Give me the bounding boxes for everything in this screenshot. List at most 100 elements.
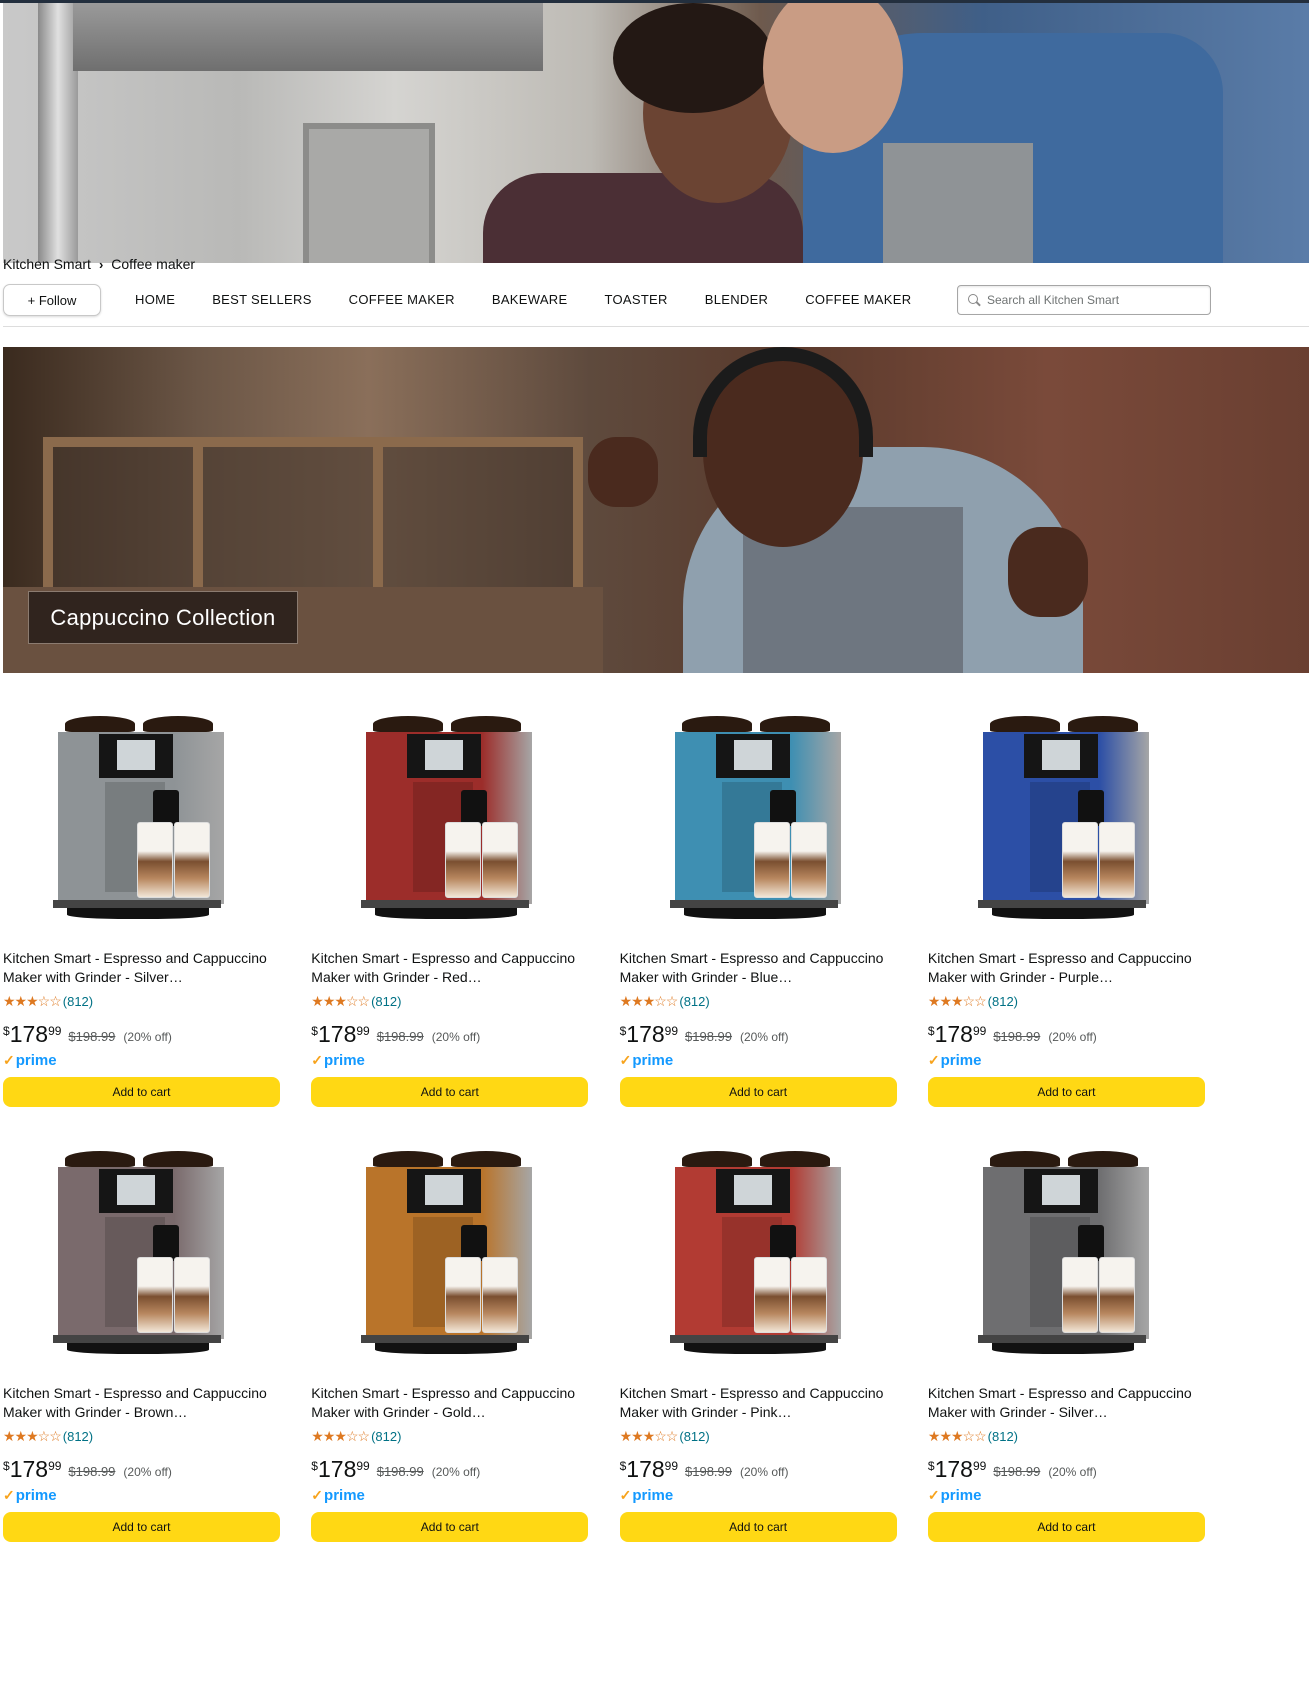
star-rating-icon: ★★★☆☆ [927, 1427, 987, 1444]
search-input[interactable]: Search all Kitchen Smart [957, 285, 1211, 315]
add-to-cart-button[interactable]: Add to cart [927, 1511, 1205, 1542]
add-to-cart-button[interactable]: Add to cart [311, 1077, 589, 1107]
price-fraction: 99 [48, 1458, 62, 1473]
product-title[interactable]: Kitchen Smart - Espresso and Cappuccino … [620, 1384, 897, 1422]
product-rating[interactable]: ★★★☆☆ (812) [928, 993, 1018, 1010]
review-count[interactable]: (812) [371, 994, 401, 1009]
nav-link-bakeware[interactable]: BAKEWARE [492, 292, 568, 307]
prime-check-icon: ✓ [311, 1052, 324, 1068]
nav-link-blender[interactable]: BLENDER [705, 292, 769, 307]
prime-label: prime [632, 1052, 674, 1069]
product-title[interactable]: Kitchen Smart - Espresso and Cappuccino … [928, 949, 1205, 987]
review-count[interactable]: (812) [63, 994, 93, 1009]
star-rating-icon: ★★★☆☆ [927, 993, 987, 1009]
star-rating-icon: ★★★☆☆ [311, 993, 370, 1009]
prime-check-icon: ✓ [927, 1486, 940, 1503]
product-rating[interactable]: ★★★☆☆ (812) [928, 1428, 1018, 1445]
add-to-cart-button[interactable]: Add to cart [927, 1077, 1205, 1107]
product-rating[interactable]: ★★★☆☆ (812) [620, 993, 710, 1010]
product-title[interactable]: Kitchen Smart - Espresso and Cappuccino … [311, 1384, 588, 1422]
price-symbol: $ [311, 1458, 318, 1473]
prime-check-icon: ✓ [311, 1486, 324, 1503]
price-fraction: 99 [356, 1024, 370, 1038]
chevron-right-icon: › [98, 256, 104, 272]
discount-badge: (20% off) [123, 1030, 172, 1044]
product-title[interactable]: Kitchen Smart - Espresso and Cappuccino … [928, 1384, 1205, 1422]
add-to-cart-button[interactable]: Add to cart [619, 1077, 897, 1107]
nav-link-home[interactable]: HOME [135, 292, 175, 307]
product-price: $ 178 99 $198.99 (20% off) [928, 1456, 1097, 1482]
price-symbol: $ [619, 1458, 627, 1473]
review-count[interactable]: (812) [988, 994, 1018, 1009]
product-title[interactable]: Kitchen Smart - Espresso and Cappuccino … [620, 949, 897, 987]
price-fraction: 99 [356, 1458, 370, 1473]
price-whole: 178 [317, 1455, 357, 1482]
breadcrumb-store-link[interactable]: Kitchen Smart [3, 256, 91, 272]
prime-check-icon: ✓ [927, 1052, 940, 1068]
product-rating[interactable]: ★★★☆☆ (812) [3, 1428, 93, 1445]
product-rating[interactable]: ★★★☆☆ (812) [620, 1428, 710, 1445]
add-to-cart-button[interactable]: Add to cart [311, 1511, 589, 1542]
add-to-cart-button[interactable]: Add to cart [3, 1077, 280, 1107]
breadcrumb: Kitchen Smart › Coffee maker [3, 256, 195, 272]
product-image[interactable] [53, 1150, 228, 1354]
product-image[interactable] [669, 716, 845, 919]
product-price: $ 178 99 $198.99 (20% off) [620, 1456, 789, 1482]
follow-button[interactable]: + Follow [3, 284, 101, 316]
star-rating-icon: ★★★☆☆ [619, 993, 679, 1009]
discount-badge: (20% off) [740, 1464, 789, 1479]
review-count[interactable]: (812) [988, 1429, 1018, 1444]
list-price: $198.99 [685, 1463, 733, 1479]
store-nav: + Follow HOME BEST SELLERS COFFEE MAKER … [3, 284, 1309, 327]
review-count[interactable]: (812) [371, 1429, 401, 1444]
star-rating-icon: ★★★☆☆ [3, 993, 62, 1009]
product-rating[interactable]: ★★★☆☆ (812) [311, 993, 401, 1010]
nav-link-best-sellers[interactable]: BEST SELLERS [212, 292, 311, 307]
discount-badge: (20% off) [740, 1030, 789, 1044]
prime-label: prime [15, 1486, 57, 1504]
prime-check-icon: ✓ [619, 1486, 632, 1503]
price-fraction: 99 [972, 1024, 987, 1038]
prime-badge: ✓ prime [3, 1052, 57, 1069]
nav-link-toaster[interactable]: TOASTER [604, 292, 667, 307]
prime-check-icon: ✓ [3, 1486, 15, 1503]
product-price: $ 178 99 $198.99 (20% off) [3, 1021, 172, 1047]
product-price: $ 178 99 $198.99 (20% off) [620, 1021, 789, 1047]
price-whole: 178 [934, 1021, 973, 1047]
product-rating[interactable]: ★★★☆☆ (812) [3, 993, 93, 1010]
list-price: $198.99 [685, 1029, 733, 1044]
product-price: $ 178 99 $198.99 (20% off) [3, 1456, 172, 1482]
add-to-cart-button[interactable]: Add to cart [3, 1511, 280, 1542]
price-whole: 178 [626, 1455, 665, 1482]
review-count[interactable]: (812) [679, 994, 709, 1009]
product-image[interactable] [361, 1150, 536, 1354]
review-count[interactable]: (812) [679, 1429, 709, 1444]
nav-link-coffee-maker[interactable]: COFFEE MAKER [349, 292, 455, 307]
product-image[interactable] [977, 716, 1153, 919]
product-title[interactable]: Kitchen Smart - Espresso and Cappuccino … [3, 1384, 280, 1422]
product-image[interactable] [53, 716, 228, 919]
prime-badge: ✓ prime [311, 1052, 365, 1069]
collection-title: Cappuccino Collection [28, 591, 298, 644]
list-price: $198.99 [993, 1029, 1041, 1044]
review-count[interactable]: (812) [63, 1429, 93, 1444]
prime-check-icon: ✓ [3, 1052, 15, 1068]
product-image[interactable] [669, 1150, 845, 1354]
product-price: $ 178 99 $198.99 (20% off) [311, 1021, 480, 1047]
product-title[interactable]: Kitchen Smart - Espresso and Cappuccino … [3, 949, 280, 987]
collection-banner[interactable]: Cappuccino Collection [3, 347, 1309, 673]
add-to-cart-button[interactable]: Add to cart [619, 1511, 897, 1542]
star-rating-icon: ★★★☆☆ [3, 1427, 62, 1444]
prime-label: prime [940, 1486, 982, 1504]
nav-link-coffee-maker-2[interactable]: COFFEE MAKER [805, 292, 911, 307]
product-title[interactable]: Kitchen Smart - Espresso and Cappuccino … [311, 949, 588, 987]
prime-label: prime [15, 1052, 57, 1069]
search-icon [968, 294, 981, 307]
product-image[interactable] [977, 1150, 1153, 1354]
nav-links: HOME BEST SELLERS COFFEE MAKER BAKEWARE … [135, 292, 948, 307]
price-symbol: $ [3, 1458, 10, 1473]
product-image[interactable] [361, 716, 536, 919]
breadcrumb-current[interactable]: Coffee maker [111, 256, 195, 272]
product-rating[interactable]: ★★★☆☆ (812) [311, 1428, 401, 1445]
prime-badge: ✓ prime [311, 1487, 365, 1504]
